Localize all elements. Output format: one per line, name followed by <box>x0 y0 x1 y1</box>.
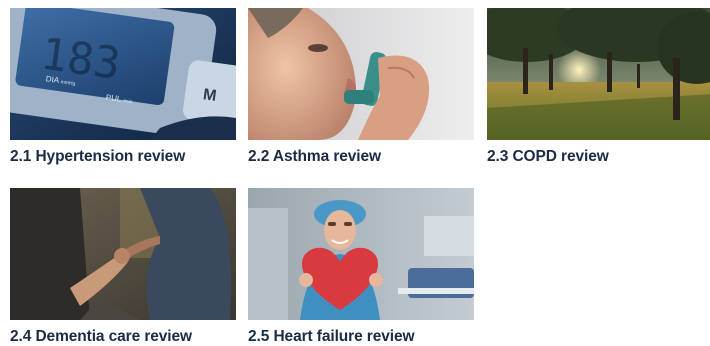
review-card-asthma[interactable]: 2.2 Asthma review <box>248 8 474 166</box>
asthma-image[interactable] <box>248 8 474 140</box>
hypertension-image[interactable]: 183 DIA mmHg PUL /min M <box>10 8 236 140</box>
review-card-hypertension[interactable]: 183 DIA mmHg PUL /min M 2.1 Hypertension… <box>10 8 236 166</box>
heart-failure-image[interactable] <box>248 188 474 320</box>
review-card-copd[interactable]: 2.3 COPD review <box>487 8 710 166</box>
review-grid: 183 DIA mmHg PUL /min M 2.1 Hypertension… <box>0 0 710 346</box>
card-title[interactable]: 2.4 Dementia care review <box>10 328 236 346</box>
dementia-care-image[interactable] <box>10 188 236 320</box>
review-card-dementia-care[interactable]: 2.4 Dementia care review <box>10 188 236 346</box>
card-title[interactable]: 2.5 Heart failure review <box>248 328 474 346</box>
copd-image[interactable] <box>487 8 710 140</box>
svg-text:M: M <box>202 86 218 105</box>
review-card-heart-failure[interactable]: 2.5 Heart failure review <box>248 188 474 346</box>
card-title[interactable]: 2.2 Asthma review <box>248 148 474 166</box>
card-title[interactable]: 2.3 COPD review <box>487 148 710 166</box>
card-title[interactable]: 2.1 Hypertension review <box>10 148 236 166</box>
